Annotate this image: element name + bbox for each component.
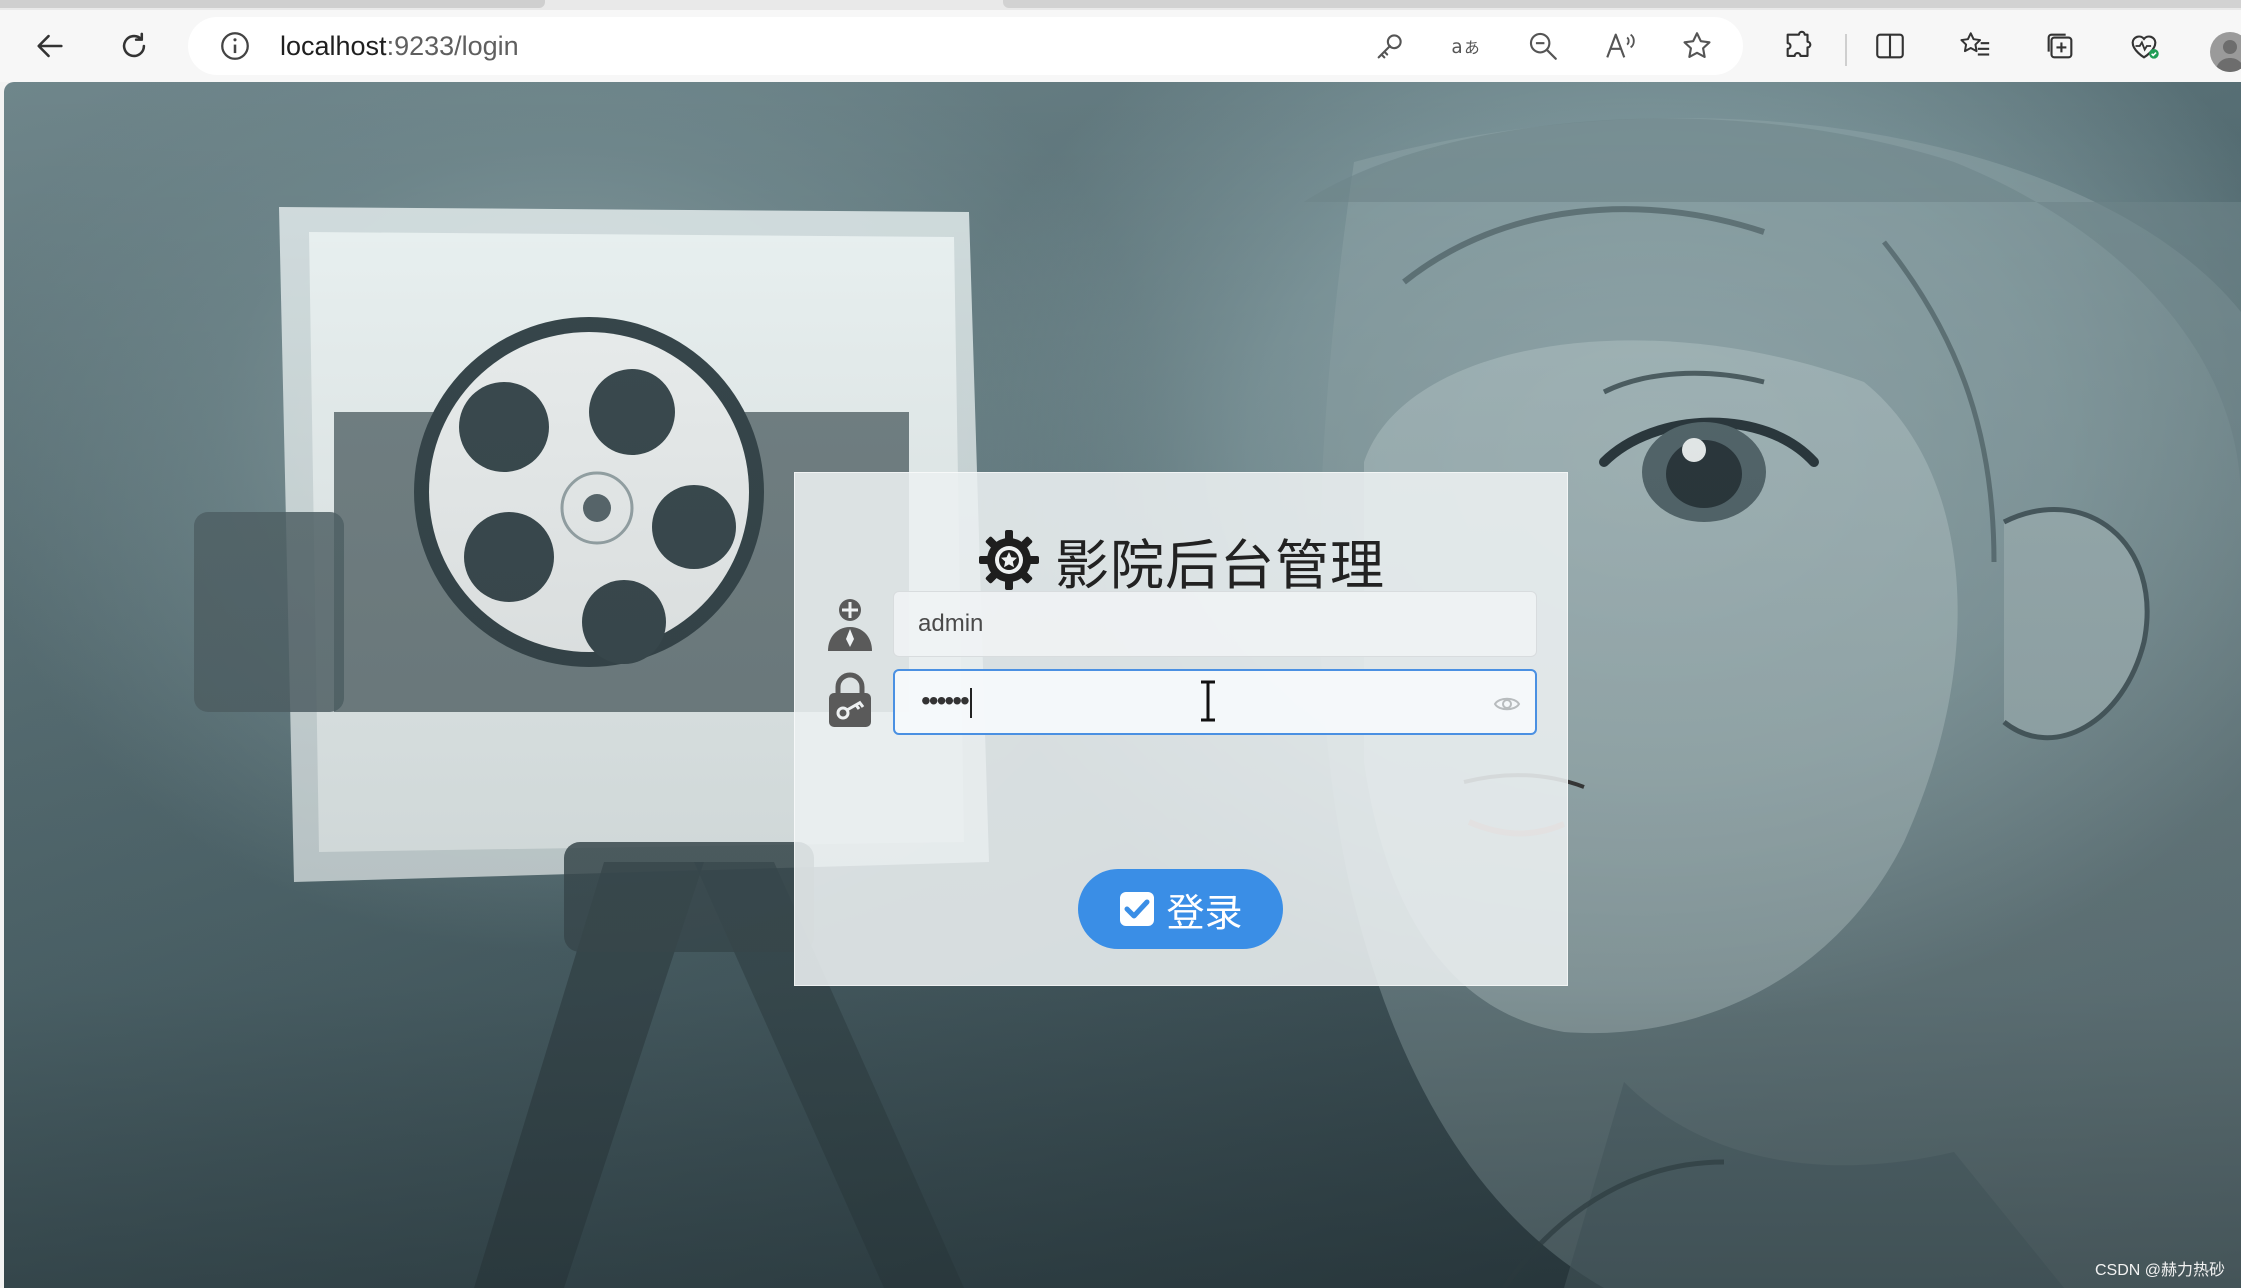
page-title: 影院后台管理 bbox=[1055, 535, 1385, 596]
gear-icon bbox=[979, 530, 1039, 590]
favorite-star-icon[interactable] bbox=[1680, 29, 1714, 63]
refresh-icon[interactable] bbox=[112, 24, 156, 68]
user-icon bbox=[828, 599, 872, 651]
key-icon[interactable] bbox=[1373, 29, 1407, 63]
tab-strip bbox=[0, 0, 2241, 10]
favorites-icon[interactable] bbox=[1953, 24, 1997, 68]
username-field[interactable]: admin bbox=[893, 591, 1537, 657]
login-card: 影院后台管理 admin •••••• 登录 bbox=[794, 472, 1568, 986]
login-title-row: 影院后台管理 bbox=[795, 525, 1567, 596]
site-info-icon[interactable] bbox=[218, 29, 252, 63]
browser-toolbar: localhost:9233/login aあ bbox=[0, 10, 2241, 82]
read-aloud-icon[interactable] bbox=[1603, 29, 1637, 63]
address-bar[interactable]: localhost:9233/login aあ bbox=[188, 17, 1743, 75]
text-caret bbox=[969, 687, 972, 718]
show-password-eye-icon[interactable] bbox=[1493, 691, 1521, 717]
collections-icon[interactable] bbox=[2038, 24, 2082, 68]
tab-strip-segment bbox=[0, 0, 545, 8]
lock-icon bbox=[829, 672, 871, 727]
svg-text:a: a bbox=[1451, 37, 1462, 58]
login-button[interactable]: 登录 bbox=[1078, 869, 1283, 949]
login-button-label: 登录 bbox=[1166, 892, 1243, 935]
svg-text:あ: あ bbox=[1464, 39, 1480, 57]
username-value: admin bbox=[918, 610, 984, 637]
url-port-path: :9233/login bbox=[386, 31, 519, 61]
profile-avatar-icon[interactable] bbox=[2210, 32, 2241, 72]
toolbar-divider bbox=[1845, 34, 1847, 66]
translate-icon[interactable]: aあ bbox=[1450, 29, 1484, 63]
url-host: localhost bbox=[280, 31, 387, 61]
checkbox-check-icon bbox=[1120, 892, 1155, 926]
password-value: •••••• bbox=[921, 685, 972, 718]
page-viewport: 影院后台管理 admin •••••• 登录 CSDN @赫力热砂 bbox=[4, 82, 2241, 1288]
zoom-out-icon[interactable] bbox=[1526, 29, 1560, 63]
watermark-text: CSDN @赫力热砂 bbox=[2094, 1262, 2225, 1279]
split-screen-icon[interactable] bbox=[1868, 24, 1912, 68]
tab-strip-segment bbox=[1003, 0, 2241, 8]
browser-essentials-icon[interactable] bbox=[2122, 24, 2166, 68]
text-cursor-icon bbox=[1201, 680, 1215, 722]
extensions-icon[interactable] bbox=[1777, 24, 1821, 68]
url-text: localhost:9233/login bbox=[280, 31, 519, 62]
back-arrow-icon[interactable] bbox=[28, 24, 72, 68]
